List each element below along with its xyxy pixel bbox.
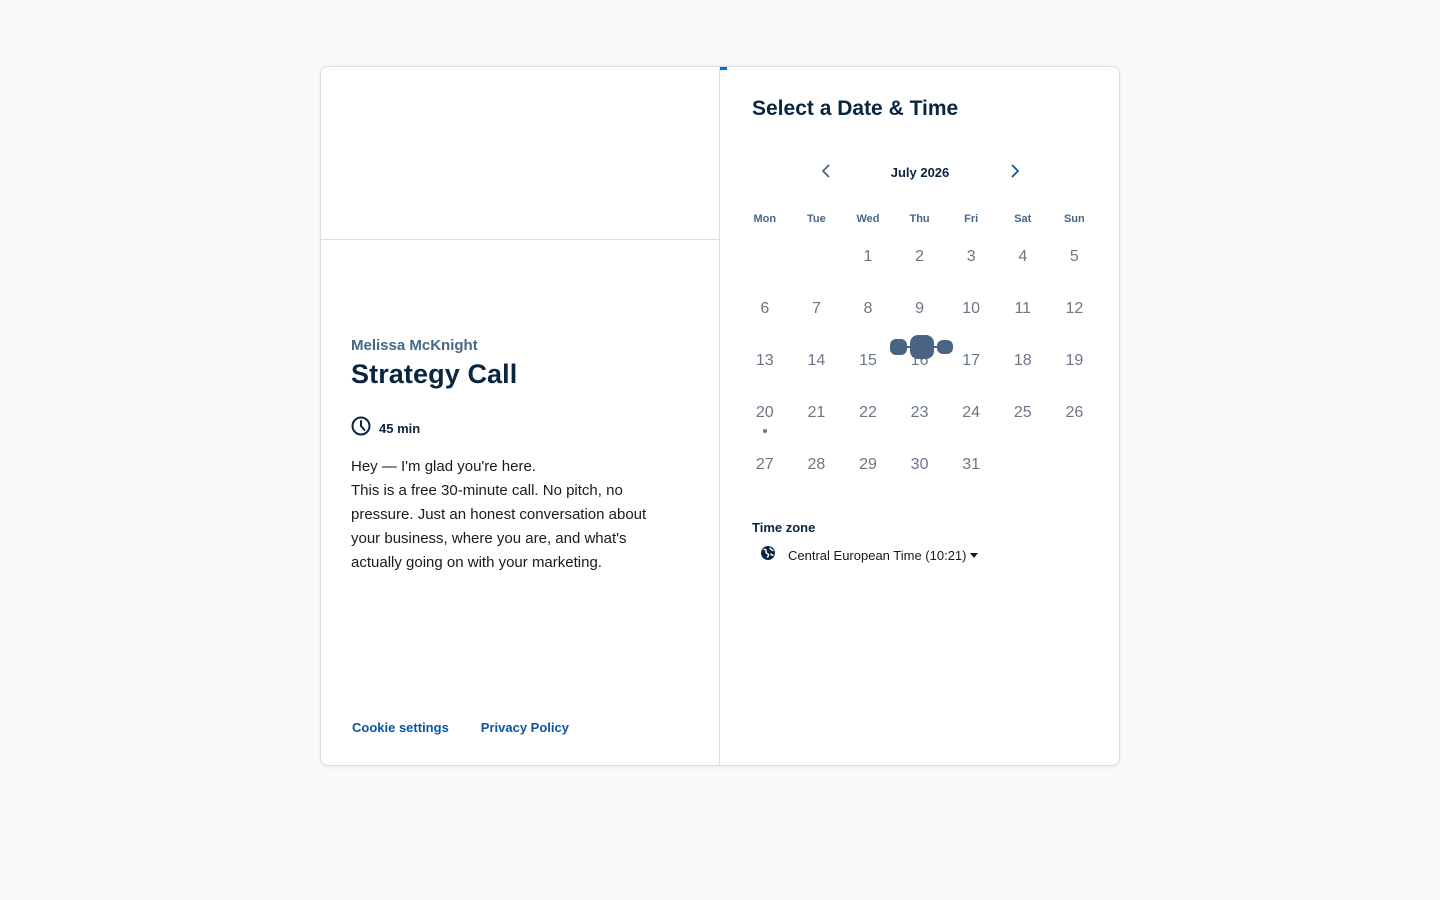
calendar-day-15: 15 — [842, 335, 894, 387]
day-number: 22 — [859, 404, 877, 421]
calendar-day-31: 31 — [945, 439, 997, 491]
day-number: 27 — [755, 456, 774, 473]
day-number: 21 — [807, 404, 826, 421]
duration-label: 45 min — [379, 421, 421, 436]
empty-day-cell — [791, 231, 843, 283]
month-label: July 2026 — [890, 165, 950, 180]
booking-card: Melissa McKnight Strategy Call 45 min He… — [320, 66, 1120, 766]
day-number: 10 — [962, 300, 981, 317]
date-time-panel: Select a Date & Time July 2026 Mon Tue Wed… — [720, 67, 1119, 765]
calendar-day-11: 11 — [997, 283, 1049, 335]
weekday-wed: Wed — [856, 213, 880, 225]
calendar-day-14: 14 — [791, 335, 843, 387]
privacy-policy-link[interactable]: Privacy Policy — [481, 720, 569, 735]
calendar-grid: 1 2 3 4 5 6 7 8 9 10 11 12 13 14 15 16 17 18 19 20 21 22 23 24 2… — [739, 231, 1100, 491]
day-number: 13 — [755, 352, 774, 369]
day-number: 6 — [760, 300, 770, 317]
event-details-panel: Melissa McKnight Strategy Call 45 min He… — [321, 67, 720, 765]
month-navigation: July 2026 — [812, 159, 1028, 187]
calendar-day-10: 10 — [945, 283, 997, 335]
calendar-day-12: 12 — [1049, 283, 1101, 335]
weekday-sun: Sun — [1063, 213, 1085, 225]
day-number: 29 — [859, 456, 877, 473]
calendar-day-4: 4 — [997, 231, 1049, 283]
calendar-day-27: 27 — [739, 439, 791, 491]
calendar-day-8: 8 — [842, 283, 894, 335]
empty-day-cell — [739, 231, 791, 283]
day-number: 20 — [755, 404, 774, 421]
globe-icon — [760, 545, 776, 566]
day-number: 11 — [1014, 300, 1032, 317]
footer-links: Cookie settings Privacy Policy — [352, 720, 569, 735]
calendar-day-28: 28 — [791, 439, 843, 491]
panel-heading: Select a Date & Time — [752, 97, 959, 120]
day-number: 4 — [1018, 248, 1028, 265]
day-number: 30 — [910, 456, 929, 473]
calendar-day-9: 9 — [894, 283, 946, 335]
day-number: 31 — [962, 456, 981, 473]
timezone-label: Time zone — [752, 520, 816, 535]
calendar-day-25: 25 — [997, 387, 1049, 439]
chevron-right-icon — [1009, 164, 1021, 183]
clock-icon — [351, 416, 371, 441]
day-number: 23 — [910, 404, 929, 421]
day-number: 2 — [915, 248, 925, 265]
calendar-day-29: 29 — [842, 439, 894, 491]
day-number: 25 — [1013, 404, 1032, 421]
calendar-day-3: 3 — [945, 231, 997, 283]
calendar-day-24: 24 — [945, 387, 997, 439]
host-name: Melissa McKnight — [351, 337, 478, 354]
branding-area — [321, 67, 719, 240]
today-indicator — [762, 429, 767, 433]
loading-spinner — [890, 335, 954, 359]
event-duration: 45 min — [351, 416, 420, 441]
next-month-button[interactable] — [1001, 159, 1029, 187]
calendar-day-5: 5 — [1049, 231, 1101, 283]
day-number: 19 — [1065, 352, 1084, 369]
day-number: 28 — [807, 456, 826, 473]
calendar-day-21: 21 — [791, 387, 843, 439]
day-number: 17 — [962, 352, 981, 369]
day-number: 15 — [859, 352, 877, 369]
timezone-select[interactable]: Central European Time (10:21) — [760, 545, 979, 566]
day-number: 1 — [863, 248, 873, 265]
weekday-mon: Mon — [753, 213, 777, 225]
weekday-tue: Tue — [807, 213, 826, 225]
calendar-day-6: 6 — [739, 283, 791, 335]
event-description: Hey — I'm glad you're here. This is a fr… — [351, 455, 671, 575]
day-number: 8 — [863, 300, 873, 317]
calendar-day-2: 2 — [894, 231, 946, 283]
calendar-day-13: 13 — [739, 335, 791, 387]
day-number: 14 — [807, 352, 826, 369]
day-number: 12 — [1065, 300, 1084, 317]
weekday-fri: Fri — [964, 213, 979, 225]
timezone-value: Central European Time (10:21) — [788, 548, 967, 563]
calendar-day-30: 30 — [894, 439, 946, 491]
day-number: 24 — [962, 404, 981, 421]
day-number: 7 — [811, 300, 821, 317]
calendar-day-7: 7 — [791, 283, 843, 335]
event-title: Strategy Call — [351, 359, 518, 389]
calendar-day-22: 22 — [842, 387, 894, 439]
calendar-day-20: 20 — [739, 387, 791, 439]
calendar-day-23: 23 — [894, 387, 946, 439]
cookie-settings-link[interactable]: Cookie settings — [352, 720, 449, 735]
day-number: 5 — [1069, 248, 1079, 265]
calendar-day-18: 18 — [997, 335, 1049, 387]
day-number: 18 — [1013, 352, 1032, 369]
day-number: 26 — [1065, 404, 1084, 421]
description-line: Hey — I'm glad you're here. — [351, 458, 536, 475]
day-number: 3 — [966, 248, 976, 265]
weekday-sat: Sat — [1014, 213, 1032, 225]
calendar-day-19: 19 — [1049, 335, 1101, 387]
caret-down-icon — [970, 553, 979, 558]
description-line: This is a free 30-minute call. No pitch,… — [351, 482, 647, 571]
calendar-day-1: 1 — [842, 231, 894, 283]
weekday-thu: Thu — [909, 213, 930, 225]
day-number: 9 — [915, 300, 925, 317]
weekday-header: Mon Tue Wed Thu Fri Sat Sun — [739, 213, 1100, 225]
calendar-day-26: 26 — [1049, 387, 1101, 439]
